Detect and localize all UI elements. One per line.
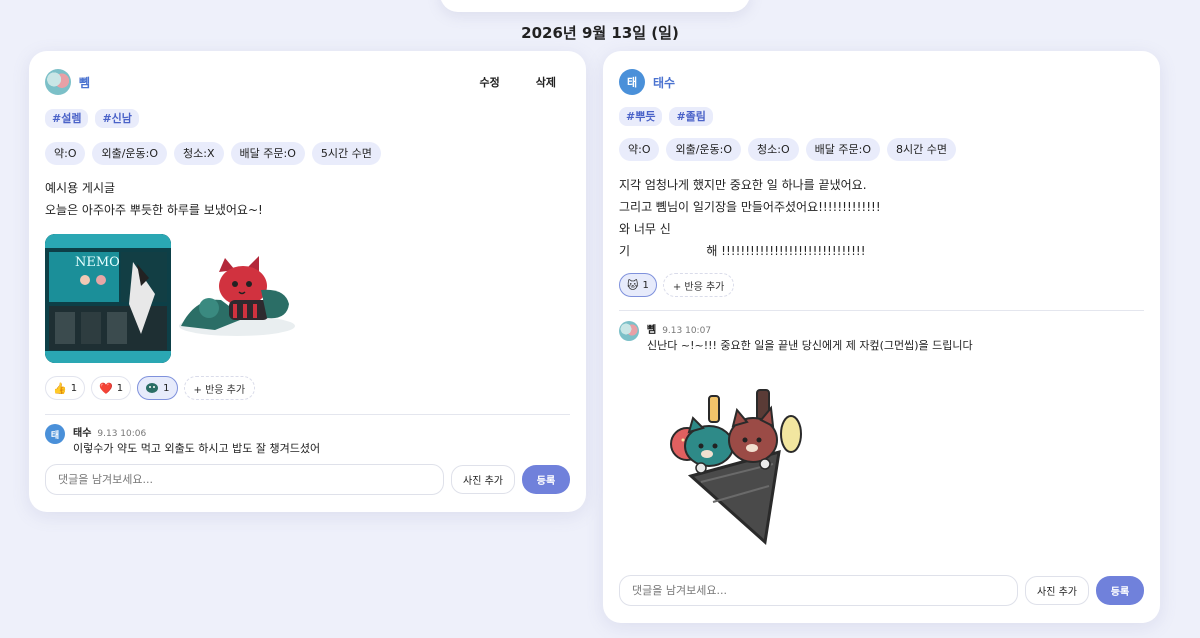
- post-card: 태 태수 #뿌듯 #졸림 약:O 외출/운동:O 청소:O 배달 주문:O 8시…: [603, 51, 1160, 623]
- hashtag[interactable]: #신남: [95, 109, 139, 128]
- reaction-thumbs-up[interactable]: 👍 1: [45, 376, 86, 400]
- post-header: 뼴 수정 삭제: [45, 67, 570, 97]
- reaction-list: 👍 1 ❤️ 1 1 + 반응 추가: [45, 376, 256, 400]
- comment-author: 뼴: [647, 325, 657, 336]
- reaction-count: 1: [163, 382, 170, 394]
- custom-sticker-icon: [145, 381, 159, 396]
- comment-form: 사진 추가 등록: [619, 575, 1144, 606]
- post-body-line: 그리고 뼴님이 일기장을 만들어주셨어요!!!!!!!!!!!!!: [619, 200, 881, 214]
- post-photo-sticker[interactable]: [175, 234, 301, 363]
- reaction-count: 1: [116, 382, 124, 394]
- comment-text: 이렇수가 약도 먹고 외출도 하시고 밥도 잘 챙겨드셨어: [73, 442, 321, 455]
- edit-button[interactable]: 수정: [466, 68, 514, 96]
- post-body-line: 와 너무 신: [619, 222, 671, 236]
- post-body: 예시용 게시글오늘은 아주아주 뿌듯한 하루를 보냈어요~!: [45, 177, 263, 221]
- hashtag[interactable]: #졸림: [669, 107, 713, 126]
- hashtag[interactable]: #뿌듯: [619, 107, 663, 126]
- comment-item: 태 태수 9.13 10:06 이렇수가 약도 먹고 외출도 하시고 밥도 잘 …: [45, 424, 570, 456]
- reaction-custom-sticker[interactable]: 1: [137, 376, 178, 400]
- post-body-line: 지각 엄청나게 했지만 중요한 일 하나를 끝냈어요.: [619, 178, 867, 192]
- thumbs-up-icon: 👍: [53, 381, 67, 395]
- comment-input[interactable]: [619, 575, 1019, 606]
- post-photo[interactable]: NEMO: [45, 234, 171, 363]
- comment-item: 뼴 9.13 10:07 신난다 ~!~!!! 중요한 일을 끝낸 당신에게 제…: [619, 321, 1144, 353]
- status-chip: 청소:X: [174, 142, 224, 165]
- post-body-line: 예시용 게시글: [45, 181, 116, 195]
- add-photo-button[interactable]: 사진 추가: [451, 465, 515, 494]
- avatar: [619, 321, 639, 341]
- status-chip: 외출/운동:O: [666, 138, 742, 161]
- photo-caption: NEMO: [75, 255, 120, 270]
- comment-form: 사진 추가 등록: [45, 464, 570, 495]
- comment-input[interactable]: [45, 464, 445, 495]
- heart-icon: ❤️: [99, 381, 113, 395]
- delete-button[interactable]: 삭제: [522, 68, 570, 96]
- comment-author: 태수: [73, 428, 92, 439]
- reaction-list: 🐱 1 + 반응 추가: [619, 273, 735, 297]
- hashtag[interactable]: #설렘: [45, 109, 89, 128]
- comment-meta: 태수 9.13 10:06: [73, 424, 146, 439]
- status-chip: 8시간 수면: [887, 138, 956, 161]
- add-photo-button[interactable]: 사진 추가: [1025, 576, 1089, 605]
- status-chip: 외출/운동:O: [92, 142, 168, 165]
- avatar: [45, 69, 71, 95]
- divider: [45, 414, 570, 415]
- reaction-heart[interactable]: ❤️ 1: [91, 376, 132, 400]
- post-card: 뼴 수정 삭제 #설렘 #신남 약:O 외출/운동:O 청소:X 배달 주문:O…: [29, 51, 586, 512]
- post-body-line: 오늘은 아주아주 뿌듯한 하루를 보냈어요~!: [45, 203, 263, 217]
- reaction-count: 1: [642, 279, 649, 291]
- divider: [619, 310, 1144, 311]
- comment-time: 9.13 10:07: [662, 326, 712, 336]
- hashtag-list: #설렘 #신남: [45, 109, 139, 128]
- status-chip: 배달 주문:O: [230, 142, 305, 165]
- submit-button[interactable]: 등록: [522, 465, 570, 494]
- post-header: 태 태수: [619, 67, 1144, 97]
- post-actions: 수정 삭제: [466, 68, 571, 96]
- post-body-line: 기 해 !!!!!!!!!!!!!!!!!!!!!!!!!!!!!!: [619, 244, 866, 258]
- status-chip: 약:O: [619, 138, 660, 161]
- status-chip-list: 약:O 외출/운동:O 청소:O 배달 주문:O 8시간 수면: [619, 138, 956, 161]
- post-body: 지각 엄청나게 했지만 중요한 일 하나를 끝냈어요. 그리고 뼴님이 일기장을 …: [619, 174, 881, 262]
- comment-time: 9.13 10:06: [97, 429, 147, 439]
- status-chip: 약:O: [45, 142, 86, 165]
- comment-sticker-image[interactable]: [661, 386, 811, 546]
- reaction-count: 1: [70, 382, 78, 394]
- reaction-cat[interactable]: 🐱 1: [619, 273, 657, 297]
- status-chip-list: 약:O 외출/운동:O 청소:X 배달 주문:O 5시간 수면: [45, 142, 381, 165]
- photo-gallery: NEMO: [45, 234, 301, 363]
- hashtag-list: #뿌듯 #졸림: [619, 107, 713, 126]
- top-floating-panel: [440, 0, 750, 12]
- cat-icon: 🐱: [627, 278, 639, 292]
- add-reaction-button[interactable]: + 반응 추가: [662, 273, 735, 297]
- comment-meta: 뼴 9.13 10:07: [647, 321, 711, 336]
- status-chip: 청소:O: [748, 138, 799, 161]
- status-chip: 배달 주문:O: [805, 138, 880, 161]
- status-chip: 5시간 수면: [311, 142, 381, 165]
- date-heading: 2026년 9월 13일 (일): [521, 24, 679, 42]
- avatar: 태: [619, 69, 645, 95]
- add-reaction-button[interactable]: + 반응 추가: [183, 376, 256, 400]
- comment-text: 신난다 ~!~!!! 중요한 일을 끝낸 당신에게 제 자컾(그먼씹)을 드립니…: [647, 339, 973, 352]
- avatar: 태: [45, 424, 65, 444]
- author-name[interactable]: 뼴: [79, 74, 90, 91]
- author-name[interactable]: 태수: [653, 74, 675, 91]
- submit-button[interactable]: 등록: [1096, 576, 1144, 605]
